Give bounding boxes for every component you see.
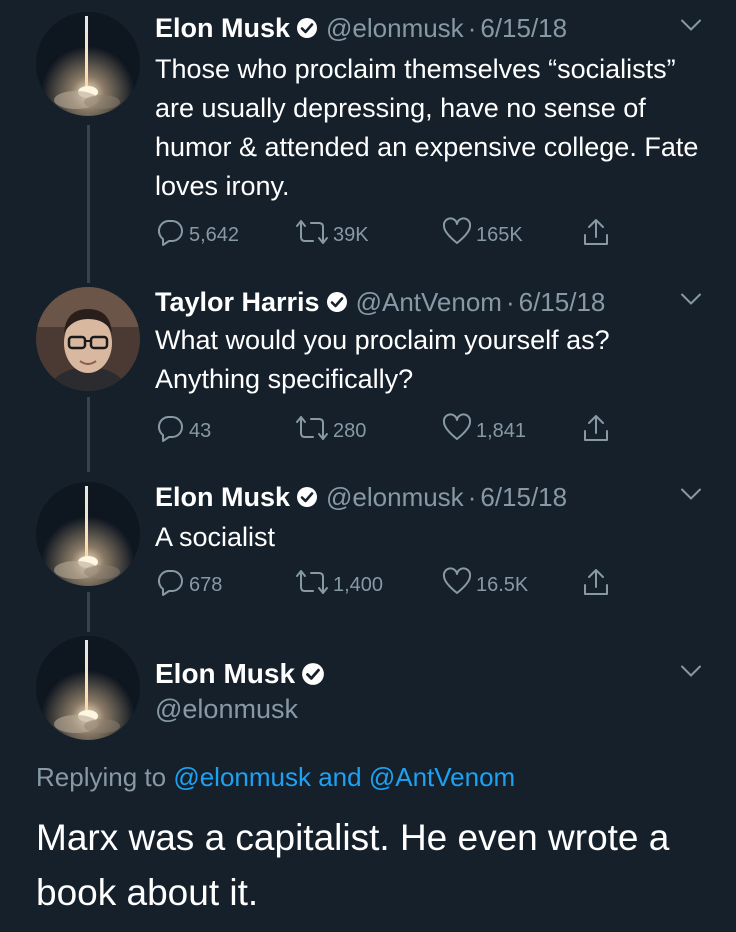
mention-link[interactable]: @AntVenom	[369, 762, 515, 792]
share-button[interactable]	[582, 568, 614, 602]
replying-prefix: Replying to	[36, 762, 167, 792]
verified-badge-icon	[296, 486, 318, 508]
reply-count: 5,642	[189, 223, 240, 246]
reply-icon	[155, 567, 189, 603]
share-icon	[582, 413, 614, 449]
chevron-down-icon[interactable]	[680, 488, 702, 507]
rocket-launch-avatar	[36, 12, 140, 116]
retweet-button[interactable]: 280	[295, 414, 366, 448]
author-name[interactable]: Elon Musk	[155, 658, 295, 690]
tweet-date[interactable]: 6/15/18	[519, 287, 606, 318]
retweet-button[interactable]: 39K	[295, 218, 369, 252]
chevron-down-icon[interactable]	[680, 665, 702, 684]
share-button[interactable]	[582, 414, 614, 448]
tweet-date[interactable]: 6/15/18	[480, 482, 567, 513]
reply-icon	[155, 413, 189, 449]
tweet-actions: 5,642 39K 165K	[155, 217, 625, 253]
like-icon	[442, 217, 476, 253]
rocket-launch-avatar	[36, 636, 140, 740]
mention-link[interactable]: @elonmusk	[173, 762, 311, 792]
chevron-down-icon[interactable]	[680, 19, 702, 38]
reply-button[interactable]: 678	[155, 568, 222, 602]
reply-count: 43	[189, 419, 212, 442]
retweet-icon	[295, 217, 333, 253]
separator: ·	[505, 286, 515, 317]
reply-button[interactable]: 5,642	[155, 218, 239, 252]
share-icon	[582, 217, 614, 253]
reply-button[interactable]: 43	[155, 414, 211, 448]
reply-conjunction: and	[318, 762, 362, 792]
reply-count: 678	[189, 573, 223, 596]
reply-icon	[155, 217, 189, 253]
author-handle[interactable]: @AntVenom	[356, 287, 502, 318]
avatar[interactable]	[36, 482, 140, 586]
retweet-count: 39K	[333, 223, 369, 246]
avatar[interactable]	[36, 636, 140, 740]
tweet-date[interactable]: 6/15/18	[480, 13, 567, 44]
retweet-count: 1,400	[333, 573, 384, 596]
author-handle[interactable]: @elonmusk	[155, 694, 298, 725]
thread-line	[87, 397, 90, 472]
share-button[interactable]	[582, 218, 614, 252]
like-count: 1,841	[476, 419, 527, 442]
person-glasses-avatar	[36, 287, 140, 391]
chevron-down-icon[interactable]	[680, 293, 702, 312]
author-handle[interactable]: @elonmusk	[326, 482, 464, 513]
avatar[interactable]	[36, 287, 140, 391]
verified-badge-icon	[301, 662, 325, 686]
tweet-text: What would you proclaim yourself as? Any…	[155, 325, 610, 394]
thread-line	[87, 592, 90, 632]
retweet-icon	[295, 567, 333, 603]
like-icon	[442, 413, 476, 449]
retweet-count: 280	[333, 419, 367, 442]
separator: ·	[467, 12, 477, 43]
thread-line	[87, 125, 90, 283]
like-button[interactable]: 165K	[442, 217, 523, 253]
like-count: 165K	[476, 223, 523, 246]
separator: ·	[467, 481, 477, 512]
like-count: 16.5K	[476, 573, 529, 596]
tweet-text: Marx was a capitalist. He even wrote a b…	[36, 817, 670, 913]
retweet-button[interactable]: 1,400	[295, 568, 383, 602]
author-name[interactable]: Elon Musk	[155, 13, 290, 44]
author-name[interactable]: Elon Musk	[155, 482, 290, 513]
tweet-actions: 43 280 1,841	[155, 413, 625, 449]
tweet-text: Those who proclaim themselves “socialist…	[155, 54, 699, 201]
rocket-launch-avatar	[36, 482, 140, 586]
tweet-text: A socialist	[155, 522, 276, 552]
verified-badge-icon	[326, 291, 348, 313]
author-name[interactable]: Taylor Harris	[155, 287, 320, 318]
verified-badge-icon	[296, 17, 318, 39]
like-icon	[442, 567, 476, 603]
retweet-icon	[295, 413, 333, 449]
like-button[interactable]: 16.5K	[442, 567, 529, 603]
replying-to: Replying to @elonmusk and @AntVenom	[36, 762, 515, 793]
avatar[interactable]	[36, 12, 140, 116]
tweet-actions: 678 1,400 16.5K	[155, 567, 625, 603]
author-handle[interactable]: @elonmusk	[326, 13, 464, 44]
share-icon	[582, 567, 614, 603]
like-button[interactable]: 1,841	[442, 413, 527, 449]
